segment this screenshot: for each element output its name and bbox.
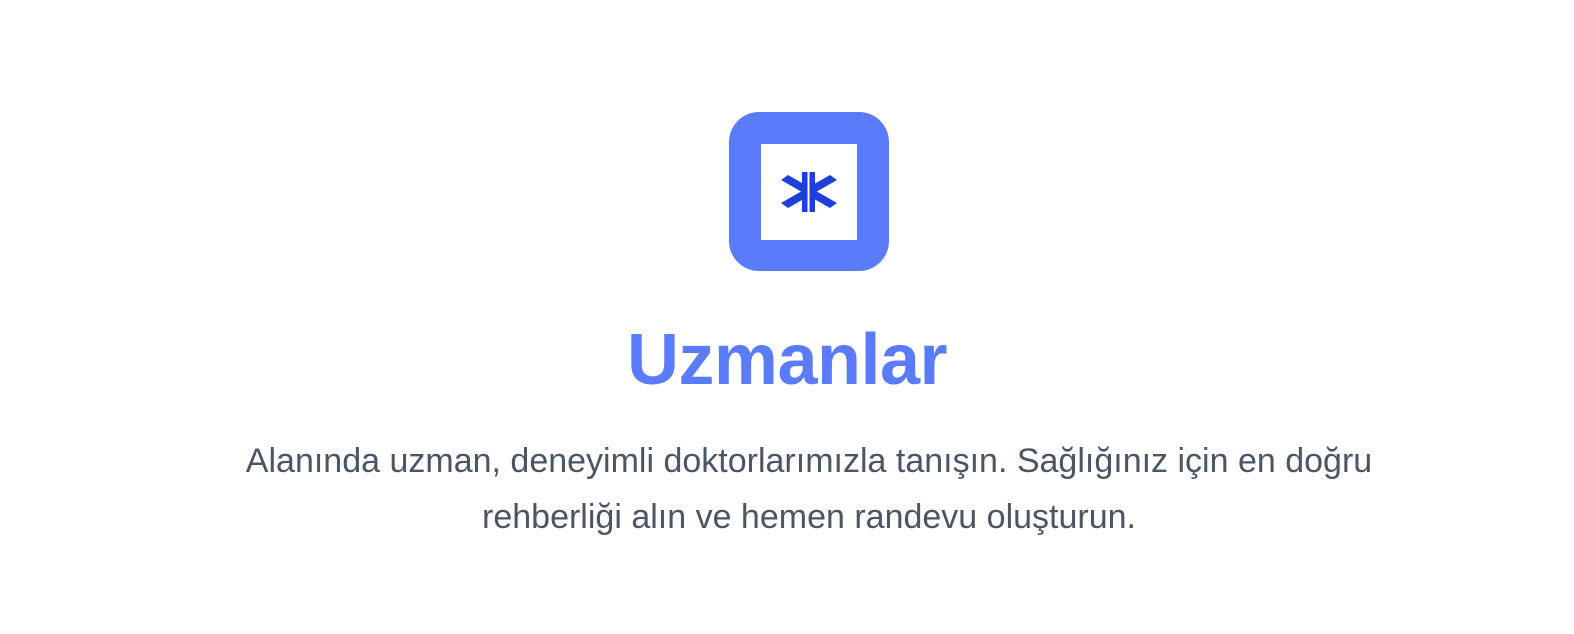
app-logo (729, 112, 889, 271)
logo-inner-square (761, 144, 857, 240)
page-subtitle: Alanında uzman, deneyimli doktorlarımızl… (245, 442, 1373, 536)
page-title: Uzmanlar (626, 320, 948, 400)
specialists-hero: Uzmanlar Alanında uzman, deneyimli dokto… (0, 0, 1574, 634)
star-of-life-icon (781, 172, 837, 212)
